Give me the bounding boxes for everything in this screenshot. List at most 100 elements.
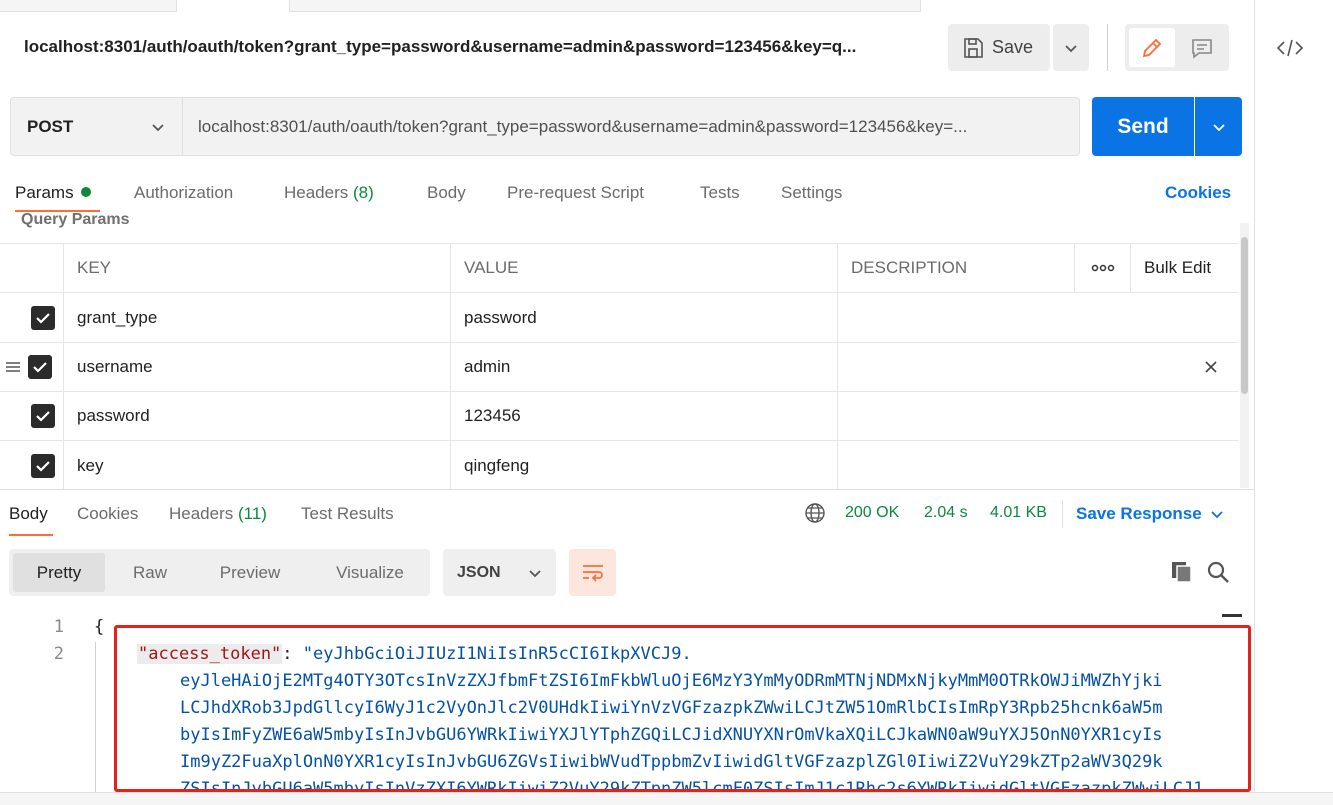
response-tab-headers[interactable]: Headers (11)	[169, 504, 267, 524]
response-active-tab-indicator	[9, 534, 53, 536]
cookies-link[interactable]: Cookies	[1165, 183, 1231, 203]
right-sidebar	[1254, 0, 1333, 805]
format-value: JSON	[457, 563, 501, 581]
row-checkbox[interactable]	[28, 355, 52, 379]
indent-guide	[95, 642, 96, 792]
more-icon	[1091, 264, 1114, 272]
send-button[interactable]: Send	[1092, 97, 1194, 156]
request-tab-secondary[interactable]	[920, 0, 1254, 12]
param-value[interactable]: 123456	[451, 392, 838, 440]
response-headers-count: (11)	[238, 504, 267, 523]
line-number: 2	[53, 644, 64, 664]
response-tab-test-results[interactable]: Test Results	[301, 504, 394, 524]
response-headers-label: Headers	[169, 504, 234, 523]
table-header-row: KEY VALUE DESCRIPTION Bulk Edit	[0, 243, 1238, 293]
row-check-cell	[0, 293, 64, 342]
response-size[interactable]: 4.01 KB	[990, 504, 1047, 522]
checkmark-icon	[36, 460, 50, 472]
header-check-cell	[0, 244, 64, 292]
param-description[interactable]	[838, 392, 1238, 440]
param-value[interactable]: password	[451, 293, 838, 342]
chevron-down-icon	[1211, 511, 1223, 519]
checkmark-icon	[36, 312, 50, 324]
method-value: POST	[27, 116, 74, 136]
param-key[interactable]: username	[64, 343, 451, 391]
row-checkbox[interactable]	[31, 305, 55, 330]
column-header-value: VALUE	[451, 244, 838, 292]
view-pretty[interactable]: Pretty	[13, 553, 105, 592]
code-icon	[1276, 39, 1304, 57]
param-description[interactable]	[838, 343, 1196, 391]
checkmark-icon	[36, 411, 50, 422]
tab-tests[interactable]: Tests	[700, 183, 740, 203]
column-header-key: KEY	[64, 244, 451, 292]
code-open-brace: {	[94, 617, 105, 637]
tab-strip	[0, 0, 1254, 12]
view-raw[interactable]: Raw	[113, 553, 187, 592]
edit-mode-button[interactable]	[1129, 28, 1175, 67]
param-description[interactable]	[838, 441, 1238, 490]
view-preview[interactable]: Preview	[200, 553, 300, 592]
param-key[interactable]: grant_type	[64, 293, 451, 342]
table-row: key qingfeng	[0, 441, 1238, 490]
pencil-icon	[1142, 38, 1162, 57]
row-check-cell	[0, 392, 64, 440]
chevron-down-icon	[529, 569, 541, 577]
drag-handle-icon[interactable]	[4, 358, 22, 376]
url-input[interactable]: localhost:8301/auth/oauth/token?grant_ty…	[183, 97, 1080, 156]
save-button[interactable]: Save	[948, 24, 1050, 71]
tab-prerequest-script[interactable]: Pre-request Script	[507, 183, 644, 203]
send-dropdown-button[interactable]	[1195, 97, 1242, 156]
copy-icon[interactable]	[1169, 559, 1195, 585]
table-row: username admin	[0, 343, 1238, 392]
request-tab[interactable]	[176, 0, 290, 12]
status-divider	[1062, 500, 1063, 528]
save-dropdown-button[interactable]	[1053, 24, 1089, 71]
headers-count: (8)	[353, 183, 374, 202]
comment-mode-button[interactable]	[1179, 28, 1225, 67]
view-visualize[interactable]: Visualize	[318, 553, 422, 592]
delete-row-button[interactable]	[1196, 343, 1226, 391]
param-value[interactable]: admin	[451, 343, 838, 391]
code-snippet-button[interactable]	[1275, 36, 1305, 60]
comment-icon	[1192, 38, 1212, 59]
response-time[interactable]: 2.04 s	[924, 504, 968, 522]
wrap-lines-button[interactable]	[569, 549, 616, 596]
row-checkbox[interactable]	[31, 453, 55, 478]
code-scroll-marker	[1222, 614, 1242, 617]
format-select[interactable]: JSON	[443, 549, 556, 596]
save-response-label: Save Response	[1076, 504, 1202, 523]
search-icon[interactable]	[1205, 559, 1231, 585]
request-title[interactable]: localhost:8301/auth/oauth/token?grant_ty…	[24, 37, 939, 57]
param-description[interactable]	[838, 293, 1238, 342]
param-key[interactable]: key	[64, 441, 451, 490]
tab-settings[interactable]: Settings	[781, 183, 842, 203]
tab-body[interactable]: Body	[427, 183, 466, 203]
tab-headers[interactable]: Headers (8)	[284, 183, 374, 203]
response-status[interactable]: 200 OK	[845, 504, 899, 522]
bulk-edit-button[interactable]: Bulk Edit	[1131, 244, 1238, 292]
chevron-down-icon	[1212, 123, 1225, 131]
params-active-dot	[80, 187, 91, 197]
param-key[interactable]: password	[64, 392, 451, 440]
param-value[interactable]: qingfeng	[451, 441, 838, 490]
response-divider	[0, 489, 1254, 490]
table-row: password 123456	[0, 392, 1238, 441]
highlight-annotation-box	[114, 625, 1251, 792]
tab-params[interactable]: Params	[15, 183, 91, 203]
response-tab-cookies[interactable]: Cookies	[77, 504, 138, 524]
params-scrollbar[interactable]	[1241, 237, 1248, 394]
tab-headers-label: Headers	[284, 183, 349, 202]
tab-authorization[interactable]: Authorization	[134, 183, 233, 203]
response-tab-body[interactable]: Body	[9, 504, 48, 524]
save-response-button[interactable]: Save Response	[1076, 504, 1224, 524]
row-checkbox[interactable]	[31, 404, 55, 428]
status-bar	[0, 792, 1333, 805]
chevron-down-icon	[152, 123, 164, 131]
toolbar-divider	[1107, 24, 1108, 71]
more-options-button[interactable]	[1075, 244, 1131, 292]
query-params-table: KEY VALUE DESCRIPTION Bulk Edit grant_ty…	[0, 243, 1238, 490]
method-select[interactable]: POST	[10, 97, 183, 156]
globe-icon[interactable]	[804, 502, 826, 524]
chevron-down-icon	[1065, 44, 1077, 52]
